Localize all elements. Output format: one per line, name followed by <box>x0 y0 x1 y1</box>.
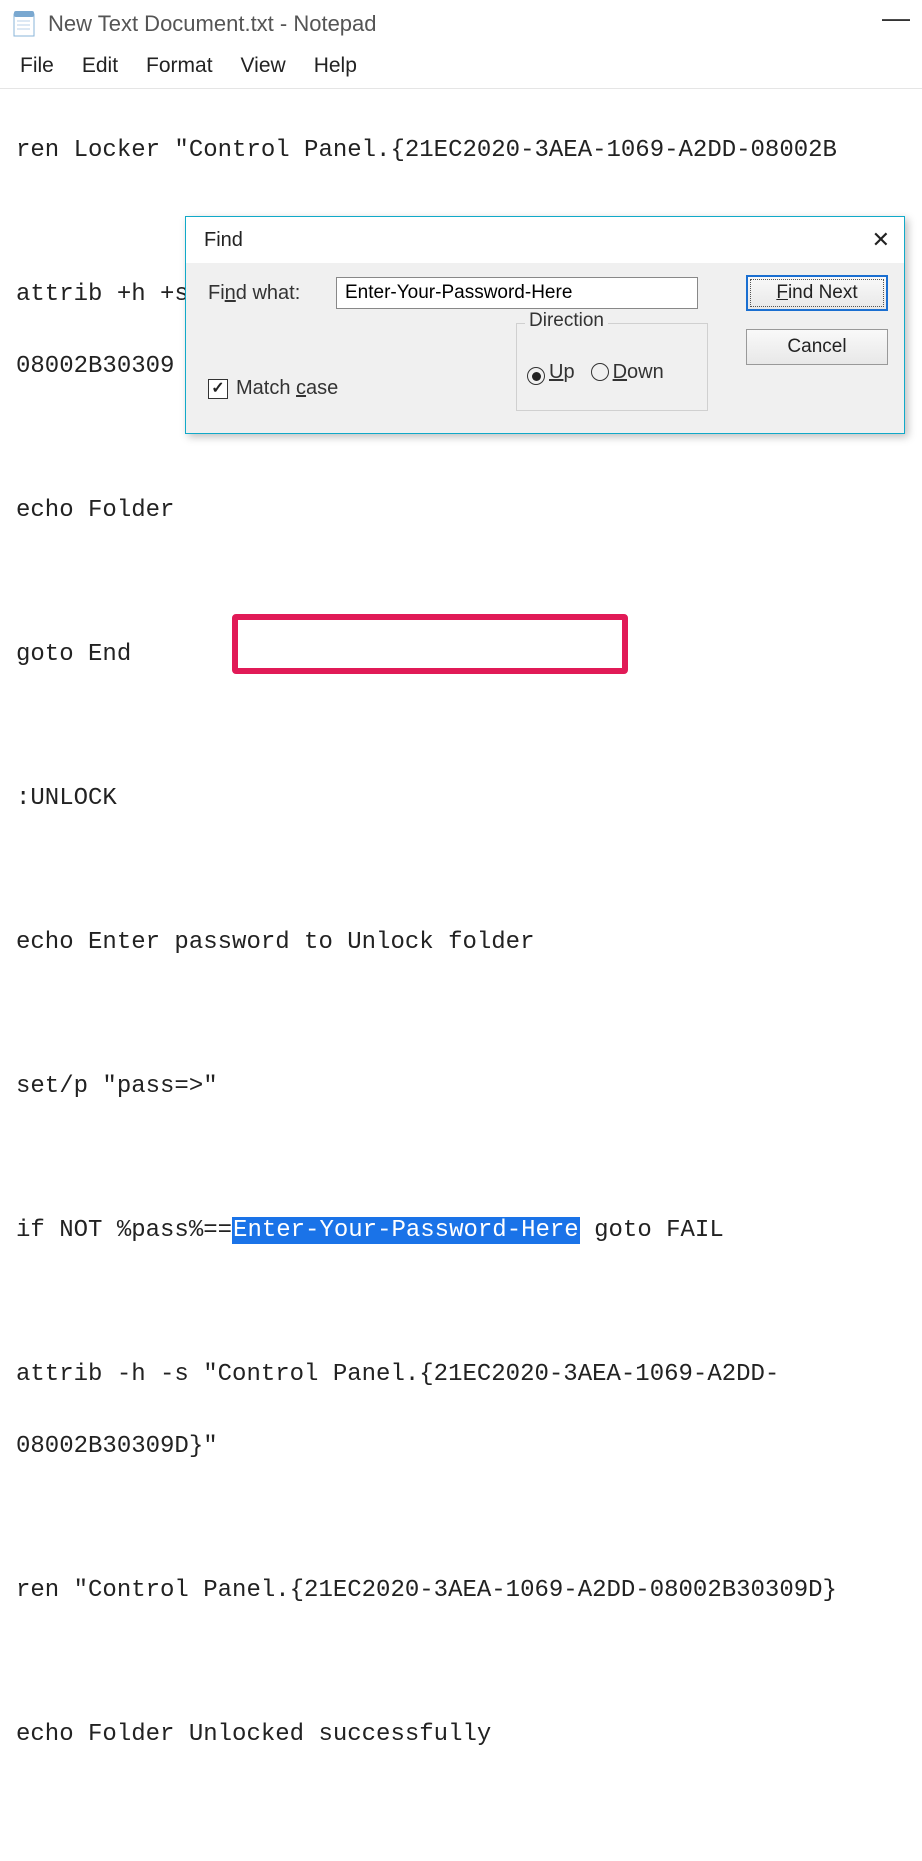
direction-group: Direction Up Down <box>516 323 708 411</box>
find-what-input[interactable] <box>336 277 698 309</box>
radio-icon <box>591 363 609 381</box>
direction-down-radio[interactable]: Down <box>591 360 664 384</box>
notepad-icon <box>12 10 36 38</box>
find-dialog-titlebar[interactable]: Find ✕ <box>186 217 904 263</box>
menu-help[interactable]: Help <box>314 54 357 78</box>
find-next-button[interactable]: Find Next <box>746 275 888 311</box>
match-case-label: Match case <box>236 377 338 400</box>
code-line: 08002B30309D}" <box>16 1429 906 1465</box>
code-line: goto End <box>16 637 906 673</box>
code-line: if NOT %pass%==Enter-Your-Password-Here … <box>16 1213 906 1249</box>
cancel-button[interactable]: Cancel <box>746 329 888 365</box>
window-title: New Text Document.txt - Notepad <box>48 11 882 37</box>
code-line: set/p "pass=>" <box>16 1069 906 1105</box>
code-line: echo Folder Unlocked successfully <box>16 1717 906 1753</box>
code-line: ren "Control Panel.{21EC2020-3AEA-1069-A… <box>16 1573 906 1609</box>
checkbox-icon <box>208 379 228 399</box>
close-icon[interactable]: ✕ <box>872 227 890 253</box>
find-what-label: Find what: <box>208 282 320 305</box>
direction-up-radio[interactable]: Up <box>527 361 575 384</box>
code-line: echo Enter password to Unlock folder <box>16 925 906 961</box>
menu-file[interactable]: File <box>20 54 54 78</box>
code-line: echo Folder <box>16 493 906 529</box>
code-line: :UNLOCK <box>16 781 906 817</box>
minimize-button[interactable]: — <box>882 2 910 34</box>
code-line: ren Locker "Control Panel.{21EC2020-3AEA… <box>16 133 906 169</box>
radio-icon <box>527 367 545 385</box>
find-dialog-title: Find <box>204 229 243 252</box>
selected-text: Enter-Your-Password-Here <box>232 1217 580 1244</box>
window-controls: — <box>882 8 910 40</box>
menubar: File Edit Format View Help <box>0 48 922 88</box>
direction-label: Direction <box>525 310 608 332</box>
titlebar: New Text Document.txt - Notepad — <box>0 0 922 48</box>
menu-edit[interactable]: Edit <box>82 54 118 78</box>
menu-view[interactable]: View <box>241 54 286 78</box>
match-case-checkbox[interactable]: Match case <box>208 377 338 400</box>
find-dialog: Find ✕ Find what: Find Next Cancel Direc… <box>185 216 905 434</box>
menu-format[interactable]: Format <box>146 54 213 78</box>
code-line: attrib -h -s "Control Panel.{21EC2020-3A… <box>16 1357 906 1393</box>
